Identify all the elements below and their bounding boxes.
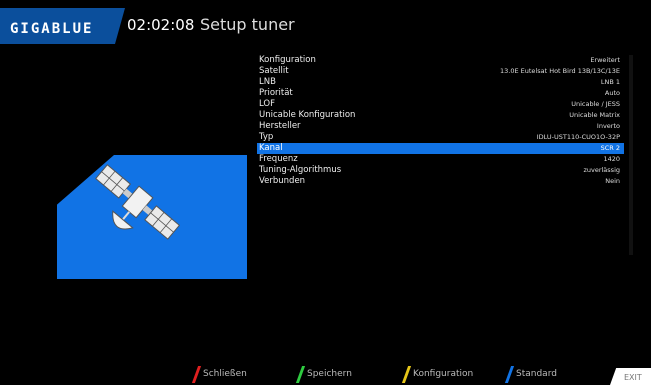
configuration-label: Konfiguration xyxy=(413,369,474,379)
satellite-icon xyxy=(95,164,181,240)
setting-row-1[interactable]: Satellit 13.0E Eutelsat Hot Bird 13B/13C/… xyxy=(257,66,624,77)
setting-label: Satellit xyxy=(259,66,289,76)
setting-label: Tuning-Algorithmus xyxy=(259,165,342,175)
setting-label: LOF xyxy=(259,99,276,109)
setting-value: Nein xyxy=(605,177,620,185)
setting-label: LNB xyxy=(259,77,276,87)
setting-value: SCR 2 xyxy=(600,144,620,152)
setting-row-3[interactable]: Priorität Auto xyxy=(257,88,624,99)
setting-label: Verbunden xyxy=(259,176,306,186)
setting-row-10[interactable]: Tuning-Algorithmus zuverlässig xyxy=(257,165,624,176)
setting-row-6[interactable]: Hersteller Inverto xyxy=(257,121,624,132)
setting-value: Auto xyxy=(604,89,620,97)
setting-value: Unicable / JESS xyxy=(571,100,620,108)
setting-row-7[interactable]: Typ IDLU-UST110-CUO1O-32P xyxy=(257,132,624,143)
setting-label: Unicable Konfiguration xyxy=(259,110,356,120)
setting-value: zuverlässig xyxy=(583,166,620,174)
configuration-button[interactable]: Konfiguration xyxy=(401,366,474,383)
setting-value: IDLU-UST110-CUO1O-32P xyxy=(536,133,620,141)
close-button[interactable]: Schließen xyxy=(191,366,247,383)
setting-label: Priorität xyxy=(259,88,293,98)
setting-label: Hersteller xyxy=(259,121,301,131)
exit-label: EXIT xyxy=(624,373,642,382)
setting-value: 13.0E Eutelsat Hot Bird 13B/13C/13E xyxy=(499,67,620,75)
scrollbar[interactable] xyxy=(629,55,633,255)
setting-row-11[interactable]: Verbunden Nein xyxy=(257,176,624,187)
setting-row-8[interactable]: Kanal SCR 2 xyxy=(257,143,624,154)
blue-key-icon xyxy=(504,366,515,383)
clock: 02:02:08 xyxy=(127,16,195,34)
setting-value: Erweitert xyxy=(590,56,620,64)
save-label: Speichern xyxy=(307,369,352,379)
close-label: Schließen xyxy=(203,369,247,379)
default-label: Standard xyxy=(516,369,557,379)
page-title: Setup tuner xyxy=(200,15,295,34)
save-button[interactable]: Speichern xyxy=(295,366,352,383)
setting-value: LNB 1 xyxy=(600,78,620,86)
setting-label: Typ xyxy=(259,132,274,142)
setting-row-2[interactable]: LNB LNB 1 xyxy=(257,77,624,88)
footer-bar: Schließen Speichern Konfiguration Standa… xyxy=(0,365,651,385)
yellow-key-icon xyxy=(401,366,412,383)
red-key-icon xyxy=(191,366,202,383)
brand-logo: GIGABLUE xyxy=(10,21,94,37)
setting-row-9[interactable]: Frequenz 1420 xyxy=(257,154,624,165)
setting-value: Unicable Matrix xyxy=(569,111,620,119)
setting-label: Frequenz xyxy=(259,154,298,164)
setting-label: Konfiguration xyxy=(259,55,316,65)
default-button[interactable]: Standard xyxy=(504,366,557,383)
setting-row-4[interactable]: LOF Unicable / JESS xyxy=(257,99,624,110)
exit-button[interactable]: EXIT xyxy=(610,368,651,385)
setting-row-0[interactable]: Konfiguration Erweitert xyxy=(257,55,624,66)
settings-list: Konfiguration Erweitert Satellit 13.0E Eute… xyxy=(257,55,624,187)
logo-box: GIGABLUE xyxy=(0,8,125,44)
header-bar: GIGABLUE 02:02:08 Setup tuner xyxy=(0,0,651,44)
setting-label: Kanal xyxy=(259,143,283,153)
setting-row-5[interactable]: Unicable Konfiguration Unicable Matrix xyxy=(257,110,624,121)
green-key-icon xyxy=(295,366,306,383)
setting-value: Inverto xyxy=(596,122,620,130)
setting-value: 1420 xyxy=(603,155,620,163)
